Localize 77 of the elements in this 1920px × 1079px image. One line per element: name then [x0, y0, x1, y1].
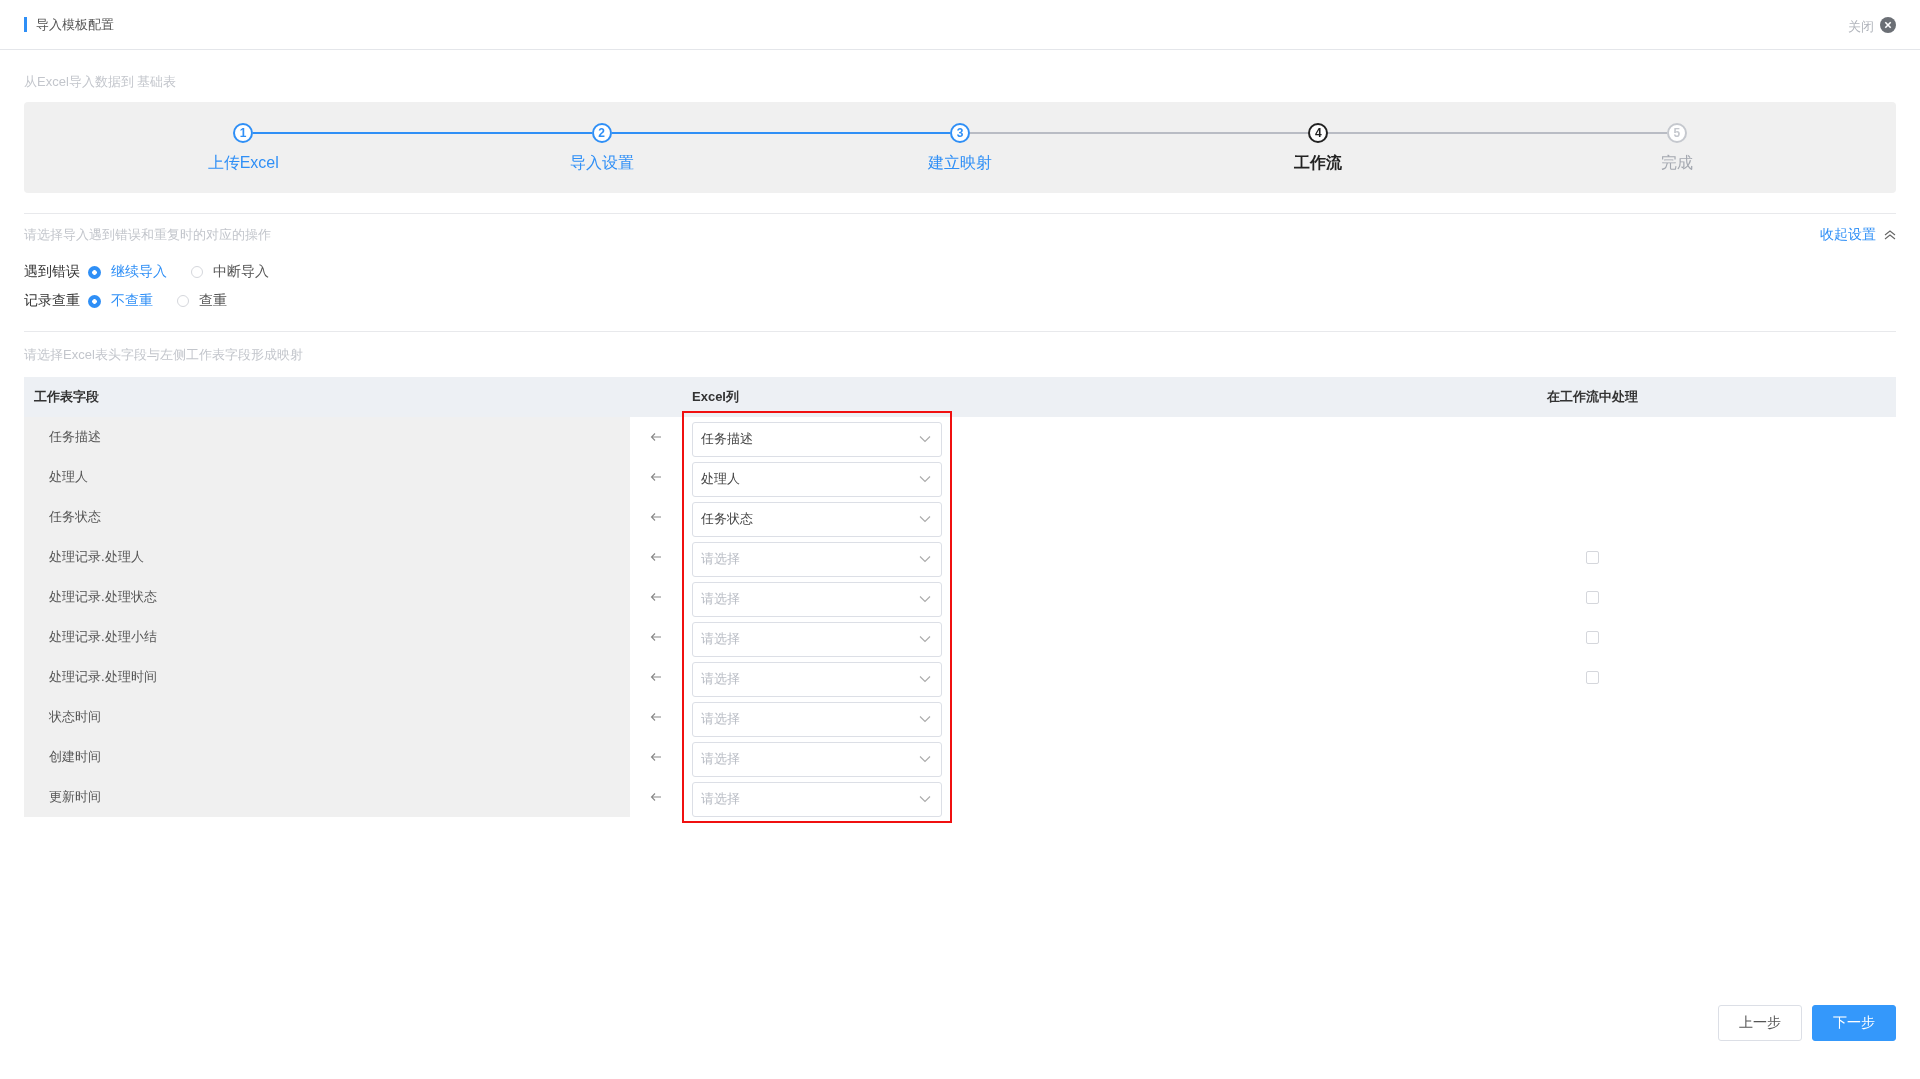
left-arrow-icon: [650, 472, 662, 482]
chevron-down-icon[interactable]: [919, 795, 931, 803]
field-name: 任务状态: [49, 508, 101, 526]
radio-label[interactable]: 查重: [199, 292, 227, 310]
field-name: 状态时间: [49, 708, 101, 726]
step-number[interactable]: 5: [1666, 123, 1687, 143]
window-title: 导入模板配置: [36, 15, 114, 34]
checkbox[interactable]: [1585, 590, 1599, 604]
left-arrow-icon: [650, 672, 662, 682]
chevron-down-icon[interactable]: [919, 635, 931, 643]
setting-label: 记录查重: [24, 292, 80, 310]
subtitle: 从Excel导入数据到 基础表: [24, 74, 178, 90]
step-label[interactable]: 建立映射: [928, 153, 992, 174]
left-arrow-icon: [650, 592, 662, 602]
field-name: 创建时间: [49, 748, 101, 766]
mapping-hint: 请选择Excel表头字段与左侧工作表字段形成映射: [24, 346, 304, 364]
select-field[interactable]: 任务描述: [692, 421, 942, 457]
field-name: 更新时间: [49, 788, 101, 806]
step-number[interactable]: 4: [1308, 123, 1329, 143]
step-label[interactable]: 导入设置: [569, 153, 634, 174]
chevron-down-icon[interactable]: [919, 755, 931, 763]
checkbox[interactable]: [1585, 630, 1599, 644]
field-name: 处理记录.处理时间: [49, 668, 157, 686]
radio-label[interactable]: 不查重: [111, 292, 153, 310]
left-arrow-icon: [650, 552, 662, 562]
column-header: Excel列: [692, 388, 740, 406]
select-field[interactable]: 请选择: [692, 701, 942, 737]
select-field[interactable]: 请选择: [692, 661, 942, 697]
left-arrow-icon: [650, 632, 662, 642]
chevron-down-icon[interactable]: [919, 595, 931, 603]
checkbox[interactable]: [1585, 550, 1599, 564]
select-field[interactable]: 请选择: [692, 781, 942, 817]
radio-label[interactable]: 中断导入: [213, 263, 269, 281]
field-name: 处理人: [49, 468, 88, 486]
step-label[interactable]: 完成: [1660, 153, 1693, 174]
select-field[interactable]: 处理人: [692, 461, 942, 497]
left-arrow-icon: [650, 712, 662, 722]
select-field[interactable]: 请选择: [692, 581, 942, 617]
column-header: 在工作流中处理: [1546, 388, 1638, 406]
title-accent-bar: [24, 17, 27, 32]
chevron-down-icon[interactable]: [919, 675, 931, 683]
back-button[interactable]: 上一步: [1718, 1005, 1802, 1041]
chevron-down-icon[interactable]: [919, 715, 931, 723]
left-arrow-icon: [650, 432, 662, 442]
close-icon[interactable]: [1880, 16, 1896, 33]
column-header: 工作表字段: [33, 388, 100, 406]
radio-button[interactable]: [191, 266, 203, 278]
chevron-down-icon[interactable]: [919, 475, 931, 483]
select-field[interactable]: 请选择: [692, 621, 942, 657]
radio-button[interactable]: [88, 265, 101, 279]
radio-button[interactable]: [88, 294, 101, 308]
chevron-down-icon[interactable]: [919, 555, 931, 563]
left-arrow-icon: [650, 512, 662, 522]
step-number[interactable]: 3: [950, 123, 970, 143]
field-name: 处理记录.处理小结: [49, 628, 157, 646]
next-button[interactable]: 下一步: [1812, 1005, 1896, 1041]
field-name: 任务描述: [49, 428, 101, 446]
step-number[interactable]: 1: [233, 123, 254, 143]
select-field[interactable]: 请选择: [692, 741, 942, 777]
step-label[interactable]: 上传Excel: [207, 153, 279, 174]
left-arrow-icon: [650, 792, 662, 802]
field-name: 处理记录.处理人: [49, 548, 144, 566]
close-link[interactable]: 关闭: [1848, 17, 1874, 36]
chevron-down-icon[interactable]: [919, 515, 931, 523]
field-name: 处理记录.处理状态: [49, 588, 157, 606]
left-arrow-icon: [650, 752, 662, 762]
checkbox[interactable]: [1585, 670, 1599, 684]
select-field[interactable]: 任务状态: [692, 501, 942, 537]
radio-button[interactable]: [177, 295, 189, 307]
radio-label[interactable]: 继续导入: [111, 263, 167, 281]
step-label[interactable]: 工作流: [1294, 153, 1343, 174]
select-field[interactable]: 请选择: [692, 541, 942, 577]
setting-label: 遇到错误: [24, 263, 80, 281]
double-chevron-up-icon[interactable]: [1884, 230, 1896, 240]
collapse-settings-link[interactable]: 收起设置: [1820, 226, 1876, 244]
step-number[interactable]: 2: [591, 123, 612, 143]
chevron-down-icon[interactable]: [919, 435, 931, 443]
